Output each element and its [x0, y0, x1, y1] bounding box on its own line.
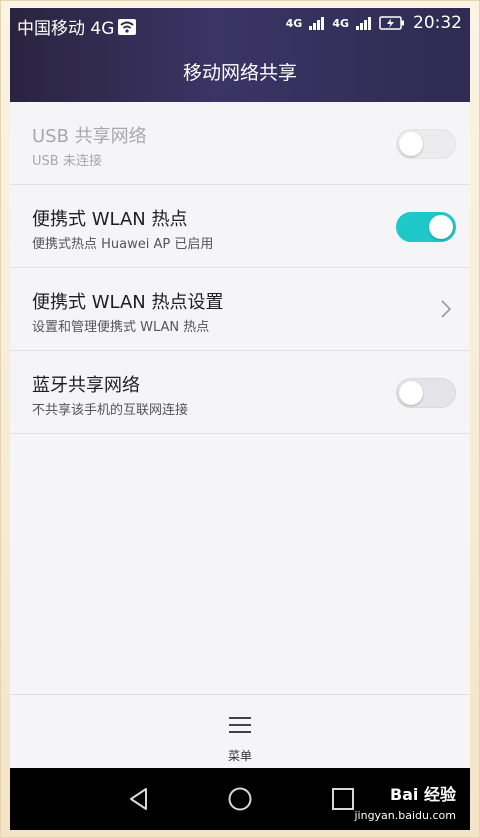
network-type-2: 4G: [332, 16, 349, 30]
signal-icon: [309, 17, 325, 30]
bluetooth-tethering-toggle[interactable]: [396, 378, 456, 408]
wlan-hotspot-toggle[interactable]: [396, 212, 456, 242]
setting-subtitle: USB 未连接: [32, 154, 102, 169]
page-title: 移动网络共享: [182, 62, 297, 84]
app-header: 中国移动 4G 4G 4G 20:32 移动网络共享: [10, 8, 470, 102]
setting-bluetooth-tethering[interactable]: 蓝牙共享网络 不共享该手机的互联网连接: [10, 351, 470, 434]
setting-title: 便携式 WLAN 热点: [32, 209, 188, 230]
toggle-knob: [429, 215, 453, 239]
watermark-logo: Bai 经验: [389, 785, 456, 804]
phone-screen: 中国移动 4G 4G 4G 20:32 移动网络共享 USB 共享网络 USB …: [10, 8, 470, 830]
menu-label: 菜单: [227, 749, 252, 763]
home-icon[interactable]: [227, 786, 253, 812]
usb-tethering-toggle: [396, 129, 456, 159]
back-icon[interactable]: [126, 786, 152, 812]
clock: 20:32: [413, 13, 462, 33]
setting-wlan-hotspot-settings[interactable]: 便携式 WLAN 热点设置 设置和管理便携式 WLAN 热点: [10, 268, 470, 351]
setting-subtitle: 不共享该手机的互联网连接: [32, 403, 189, 418]
setting-title: 蓝牙共享网络: [32, 375, 140, 396]
carrier-group: 中国移动 4G: [17, 14, 137, 39]
signal-icon-2: [356, 17, 371, 30]
status-icons: 4G 4G 20:32: [286, 13, 462, 33]
setting-subtitle: 便携式热点 Huawei AP 已启用: [32, 237, 214, 252]
watermark-url: jingyan.baidu.com: [354, 809, 456, 822]
menu-icon: [229, 717, 251, 733]
status-bar: 中国移动 4G 4G 4G 20:32: [10, 8, 470, 40]
setting-title: USB 共享网络: [32, 126, 147, 147]
setting-title: 便携式 WLAN 热点设置: [32, 292, 224, 313]
wifi-icon: [118, 18, 137, 35]
bottom-action-bar: 菜单: [10, 694, 470, 768]
chevron-right-icon: [441, 300, 452, 318]
setting-wlan-hotspot[interactable]: 便携式 WLAN 热点 便携式热点 Huawei AP 已启用: [10, 185, 470, 268]
menu-button[interactable]: 菜单: [210, 713, 270, 765]
toggle-knob: [399, 381, 423, 405]
baidu-watermark: Bai 经验 jingyan.baidu.com: [336, 781, 456, 830]
carrier-label: 中国移动 4G: [17, 19, 115, 39]
toggle-knob: [399, 132, 423, 156]
network-type-1: 4G: [285, 16, 303, 30]
settings-list: USB 共享网络 USB 未连接 便携式 WLAN 热点 便携式热点 Huawe…: [10, 102, 470, 434]
setting-usb-tethering: USB 共享网络 USB 未连接: [10, 102, 470, 185]
setting-subtitle: 设置和管理便携式 WLAN 热点: [32, 320, 210, 335]
battery-charging-icon: [379, 16, 404, 30]
